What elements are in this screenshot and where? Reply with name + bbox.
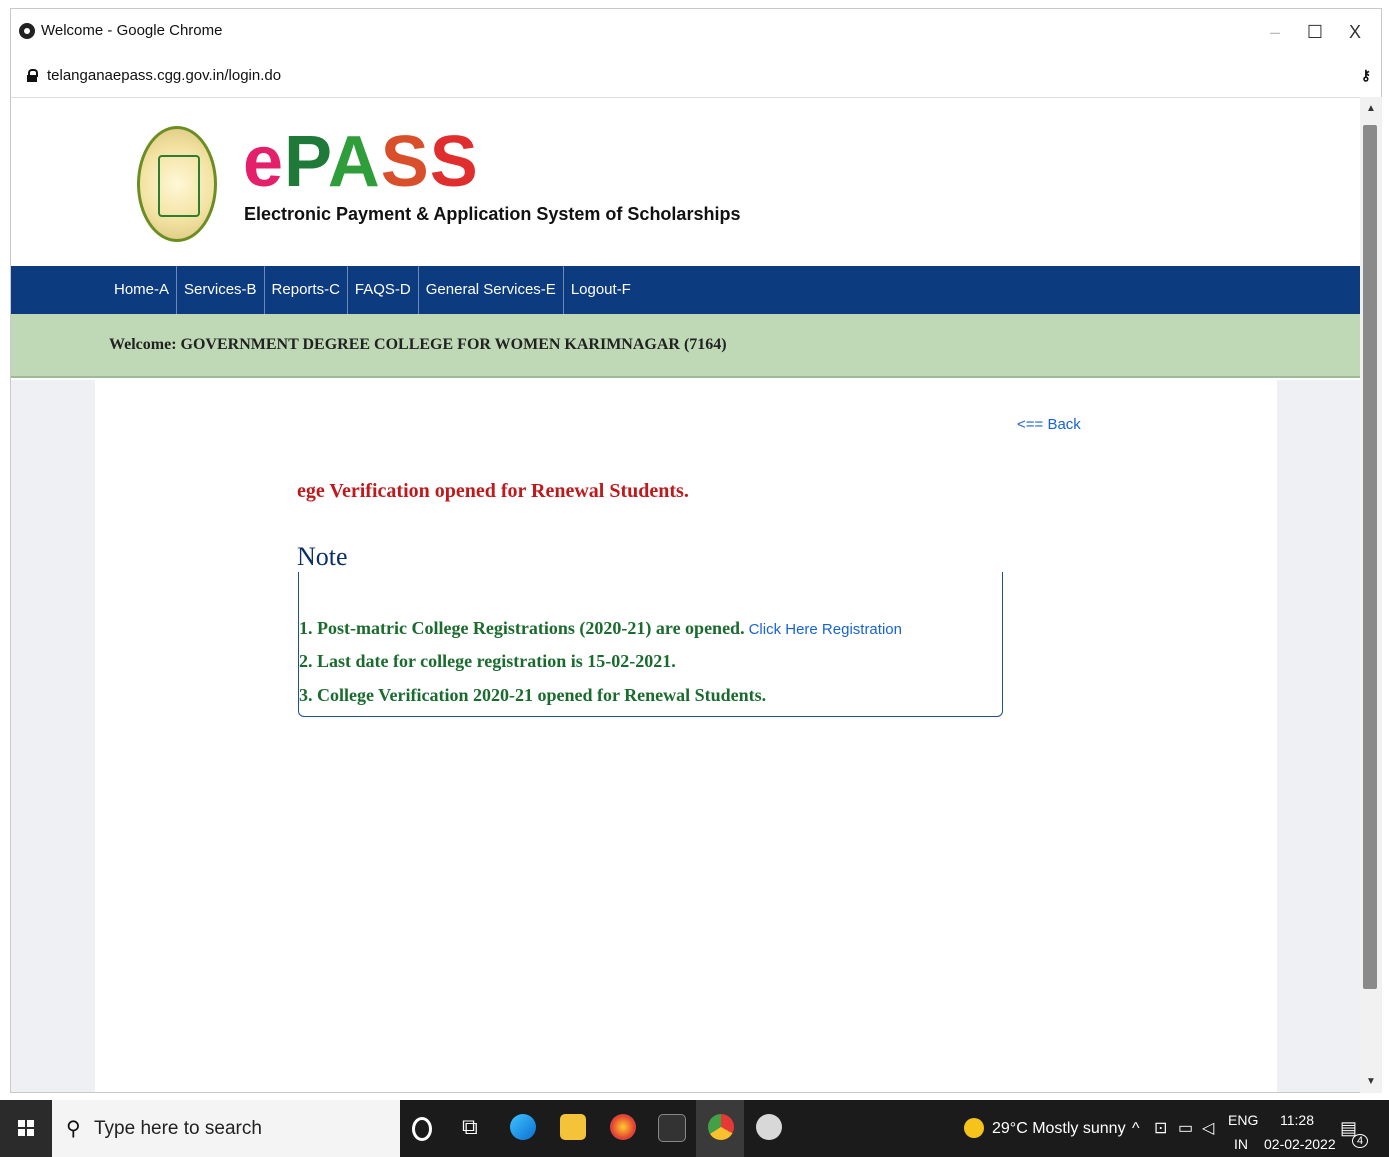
windows-taskbar: ⚲ Type here to search ⧉ 29°C Mostly sunn…	[0, 1100, 1389, 1157]
left-gutter	[11, 380, 95, 1092]
nav-item-faqs[interactable]: FAQS-D	[348, 266, 419, 314]
scroll-down-arrow-icon[interactable]: ▼	[1366, 1076, 1376, 1087]
terminal-icon[interactable]	[658, 1114, 686, 1142]
telangana-emblem-logo	[137, 126, 217, 242]
clock-time[interactable]: 11:28	[1280, 1112, 1314, 1128]
tray-chevron-icon[interactable]: ^	[1132, 1100, 1140, 1157]
lock-icon	[27, 69, 38, 82]
language-top[interactable]: ENG	[1228, 1112, 1258, 1128]
maximize-button[interactable]: ☐	[1295, 17, 1335, 47]
nav-item-home[interactable]: Home-A	[107, 266, 178, 314]
key-icon[interactable]: ⚷	[1361, 67, 1371, 84]
search-icon: ⚲	[66, 1118, 81, 1140]
chrome-window: Welcome - Google Chrome ‒ ☐ X telanganae…	[10, 8, 1382, 1093]
url-text[interactable]: telanganaepass.cgg.gov.in/login.do	[47, 67, 281, 84]
task-view-icon[interactable]: ⧉	[462, 1114, 488, 1140]
page-content: ePASS Electronic Payment & Application S…	[11, 98, 1361, 1092]
right-gutter	[1277, 380, 1361, 1092]
firefox-icon[interactable]	[610, 1114, 636, 1140]
weather-sun-icon	[964, 1118, 984, 1138]
volume-icon[interactable]: ◁	[1202, 1100, 1214, 1157]
chrome-taskbar-icon[interactable]	[708, 1114, 734, 1140]
vertical-scrollbar[interactable]: ▲ ▼	[1360, 97, 1382, 1093]
network-icon[interactable]: ⊡	[1154, 1100, 1167, 1157]
clock-date[interactable]: 02-02-2022	[1264, 1136, 1336, 1152]
nav-item-general-services[interactable]: General Services-E	[419, 266, 564, 314]
taskbar-search[interactable]: ⚲ Type here to search	[52, 1100, 400, 1157]
search-placeholder: Type here to search	[94, 1118, 262, 1139]
site-header: ePASS Electronic Payment & Application S…	[11, 98, 1361, 266]
scroll-up-arrow-icon[interactable]: ▲	[1366, 103, 1376, 114]
welcome-bar: Welcome: GOVERNMENT DEGREE COLLEGE FOR W…	[11, 314, 1361, 378]
nav-item-reports[interactable]: Reports-C	[265, 266, 348, 314]
notification-count-badge: 4	[1352, 1134, 1368, 1148]
minimize-button[interactable]: ‒	[1255, 17, 1295, 47]
site-tagline: Electronic Payment & Application System …	[244, 204, 741, 224]
language-bottom[interactable]: IN	[1234, 1136, 1248, 1152]
address-bar[interactable]: telanganaepass.cgg.gov.in/login.do ⚷	[11, 55, 1381, 98]
edge-icon[interactable]	[510, 1114, 536, 1140]
nav-item-services[interactable]: Services-B	[177, 266, 265, 314]
cortana-icon[interactable]	[412, 1117, 432, 1141]
chrome-icon	[19, 23, 35, 39]
windows-icon	[18, 1120, 34, 1136]
welcome-text: Welcome: GOVERNMENT DEGREE COLLEGE FOR W…	[109, 336, 727, 353]
weather-text[interactable]: 29°C Mostly sunny	[992, 1100, 1126, 1157]
main-nav: Home-A Services-B Reports-C FAQS-D Gener…	[11, 266, 1361, 314]
note-line-1: 1. Post-matric College Registrations (20…	[299, 618, 902, 638]
file-explorer-icon[interactable]	[560, 1114, 586, 1140]
close-button[interactable]: X	[1335, 17, 1375, 47]
window-title: Welcome - Google Chrome	[41, 22, 223, 39]
back-link[interactable]: <== Back	[1017, 416, 1081, 433]
note-line-2: 2. Last date for college registration is…	[299, 651, 676, 671]
scrolling-announcement: ege Verification opened for Renewal Stud…	[297, 480, 689, 502]
note-title: Note	[297, 542, 352, 572]
battery-icon[interactable]: ▭	[1178, 1100, 1193, 1157]
scrollbar-thumb[interactable]	[1363, 125, 1377, 989]
start-button[interactable]	[0, 1100, 52, 1157]
title-bar: Welcome - Google Chrome ‒ ☐ X	[11, 9, 1381, 55]
registration-link[interactable]: Click Here Registration	[749, 621, 902, 638]
paint-icon[interactable]	[756, 1114, 782, 1140]
epass-logo: ePASS	[243, 122, 479, 202]
note-line-3: 3. College Verification 2020-21 opened f…	[299, 685, 767, 705]
nav-item-logout[interactable]: Logout-F	[564, 266, 638, 314]
